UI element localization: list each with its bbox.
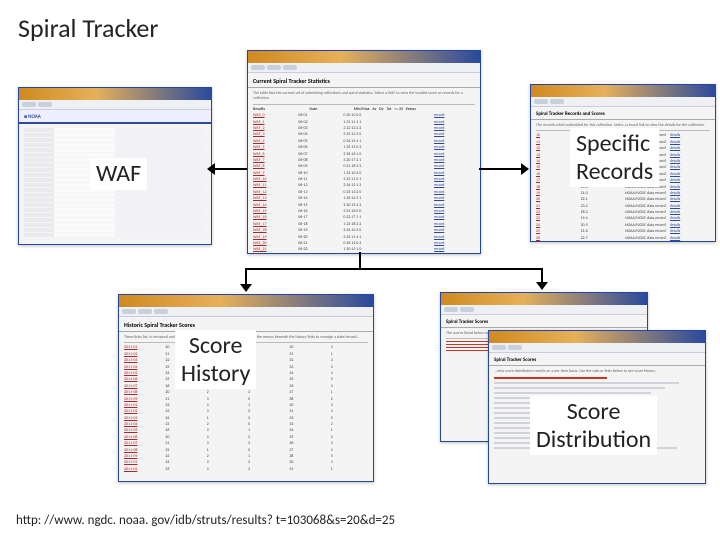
window-banner: [441, 293, 647, 305]
window-toolbar: [531, 97, 715, 107]
arrow-specific-shaft: [479, 168, 521, 170]
window-heading: Spiral Tracker Scores: [441, 315, 647, 328]
arrow-waf-head: [207, 163, 215, 175]
window-heading: ■ NOAA: [19, 110, 211, 124]
window-banner: [248, 51, 480, 63]
page-title: Spiral Tracker: [18, 12, 158, 44]
label-specific-records: Specific Records: [570, 128, 659, 187]
connector-down: [359, 252, 361, 268]
arrow-history-head: [240, 284, 252, 292]
arrow-distribution-head: [536, 282, 548, 290]
window-toolbar: [19, 100, 211, 110]
label-score-history: Score History: [175, 330, 256, 389]
label-score-distribution: Score Distribution: [530, 396, 657, 455]
window-banner: [119, 295, 373, 307]
window-body: The table lists the current set of submi…: [248, 88, 480, 254]
window-heading: Current Spiral Tracker Statistics: [248, 73, 480, 88]
window-toolbar: [489, 343, 705, 353]
arrow-waf-shaft: [213, 168, 247, 170]
window-banner: [531, 85, 715, 97]
window-banner: [19, 88, 211, 100]
window-toolbar: [441, 305, 647, 315]
label-waf: WAF: [90, 158, 147, 190]
footer-url: http: //www. ngdc. noaa. gov/idb/struts/…: [16, 513, 395, 528]
window-toolbar: [119, 307, 373, 317]
window-toolbar: [248, 63, 480, 73]
window-heading: Spiral Tracker Records and Scores: [531, 107, 715, 120]
window-banner: [489, 331, 705, 343]
connector-branch: [245, 268, 543, 270]
slide: Spiral Tracker Current Spiral Tracker St…: [0, 0, 720, 540]
thumb-central: Current Spiral Tracker Statistics The ta…: [247, 50, 481, 254]
window-heading: Spiral Tracker Scores: [489, 353, 705, 366]
arrow-specific-head: [521, 163, 529, 175]
